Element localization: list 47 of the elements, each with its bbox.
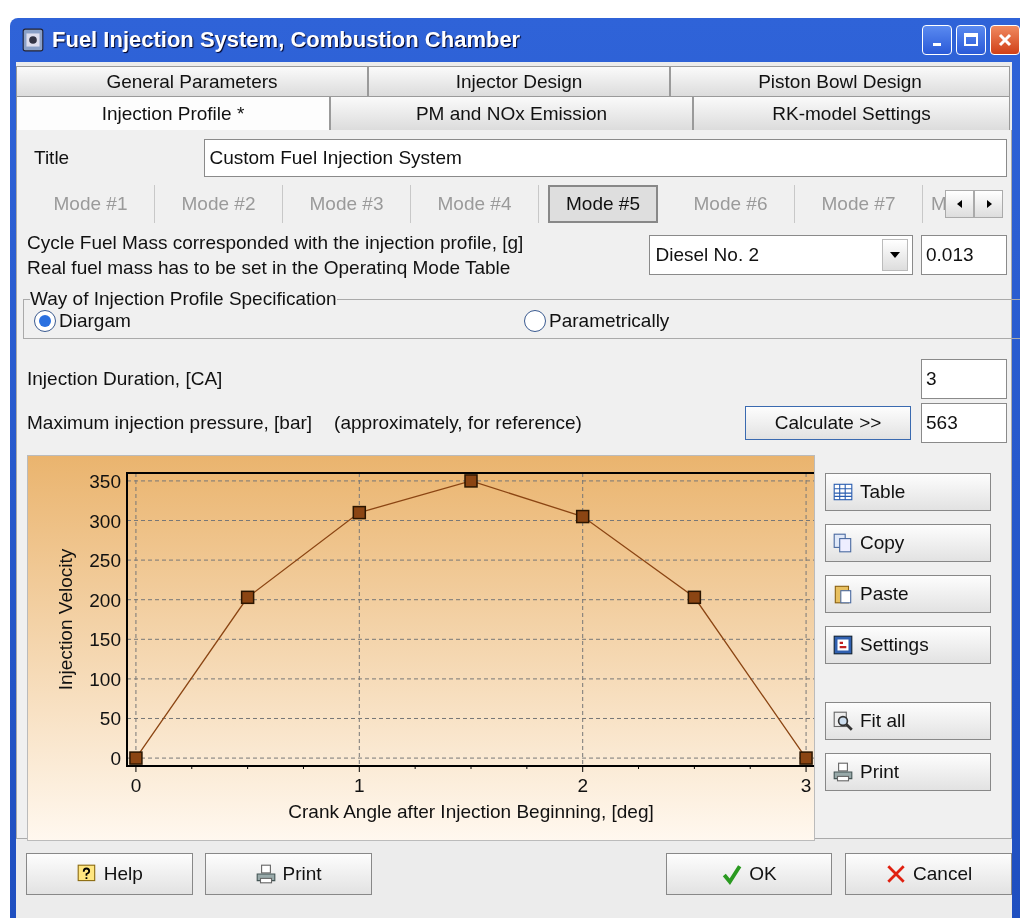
tab[interactable]: General Parameters — [16, 66, 368, 96]
tab[interactable]: Injector Design — [368, 66, 670, 96]
y-tick-label: 350 — [89, 470, 121, 492]
tab[interactable]: Injection Profile * — [16, 96, 330, 130]
radio-option[interactable]: Diargam — [34, 310, 524, 332]
y-tick-label: 250 — [89, 550, 121, 572]
y-tick-label: 150 — [89, 629, 121, 651]
y-tick-label: 0 — [110, 748, 121, 770]
y-axis-title: Injection Velocity — [55, 548, 76, 691]
fuel-mass-field[interactable]: 0.013 — [921, 235, 1007, 275]
tab[interactable]: PM and NOx Emission — [330, 96, 693, 130]
x-tick-label: 2 — [577, 775, 588, 796]
group-title: Way of Injection Profile Specification — [30, 288, 337, 310]
print-button[interactable]: Print — [204, 853, 372, 895]
settings-button[interactable]: Settings — [825, 626, 991, 664]
tab[interactable]: RK-model Settings — [693, 96, 1010, 130]
pressure-note: (approximately, for reference) — [333, 412, 583, 434]
x-axis-title: Crank Angle after Injection Beginning, [deg] — [288, 801, 654, 822]
radio-option[interactable]: Parametrically — [524, 310, 1014, 332]
cancel-button[interactable]: Cancel — [845, 853, 1012, 895]
tab[interactable]: Piston Bowl Design — [670, 66, 1010, 96]
y-tick-label: 200 — [89, 589, 121, 611]
pressure-label: Maximum injection pressure, [bar] — [27, 412, 313, 434]
x-tick-label: 0 — [130, 775, 142, 796]
print-button[interactable]: Print — [825, 753, 991, 791]
x-tick-label: 1 — [354, 775, 365, 796]
ok-button[interactable]: OK — [665, 853, 833, 895]
help-button[interactable]: Help — [26, 853, 193, 895]
calculate-button[interactable]: Calculate >> — [745, 406, 911, 440]
fuel-mass-note: Real fuel mass has to be set in the Operatinq Mode Table — [27, 256, 512, 280]
y-tick-label: 50 — [99, 708, 121, 730]
pressure-field[interactable]: 563 — [921, 403, 1007, 443]
paste-button[interactable]: Paste — [825, 575, 991, 613]
x-tick-label: 3 — [800, 775, 812, 796]
fuel-mass-note: Cycle Fuel Mass corresponded with the injection profile, [g] — [27, 231, 525, 255]
y-tick-label: 100 — [89, 668, 121, 690]
table-button[interactable]: Table — [825, 473, 991, 511]
fit-button[interactable]: Fit all — [825, 702, 991, 740]
mode-tab[interactable]: Mode #5 — [548, 185, 658, 223]
duration-field[interactable]: 3 — [921, 359, 1007, 399]
duration-label: Injection Duration, [CA] — [27, 368, 224, 390]
copy-button[interactable]: Copy — [825, 524, 991, 562]
y-tick-label: 300 — [89, 510, 121, 532]
fuel-type-dropdown[interactable]: Diesel No. 2 — [648, 235, 913, 275]
title-field[interactable]: Custom Fuel Injection System — [204, 139, 1007, 177]
title-label: Title — [33, 147, 71, 169]
window-title: Fuel Injection System, Combustion Chamber — [52, 27, 521, 53]
